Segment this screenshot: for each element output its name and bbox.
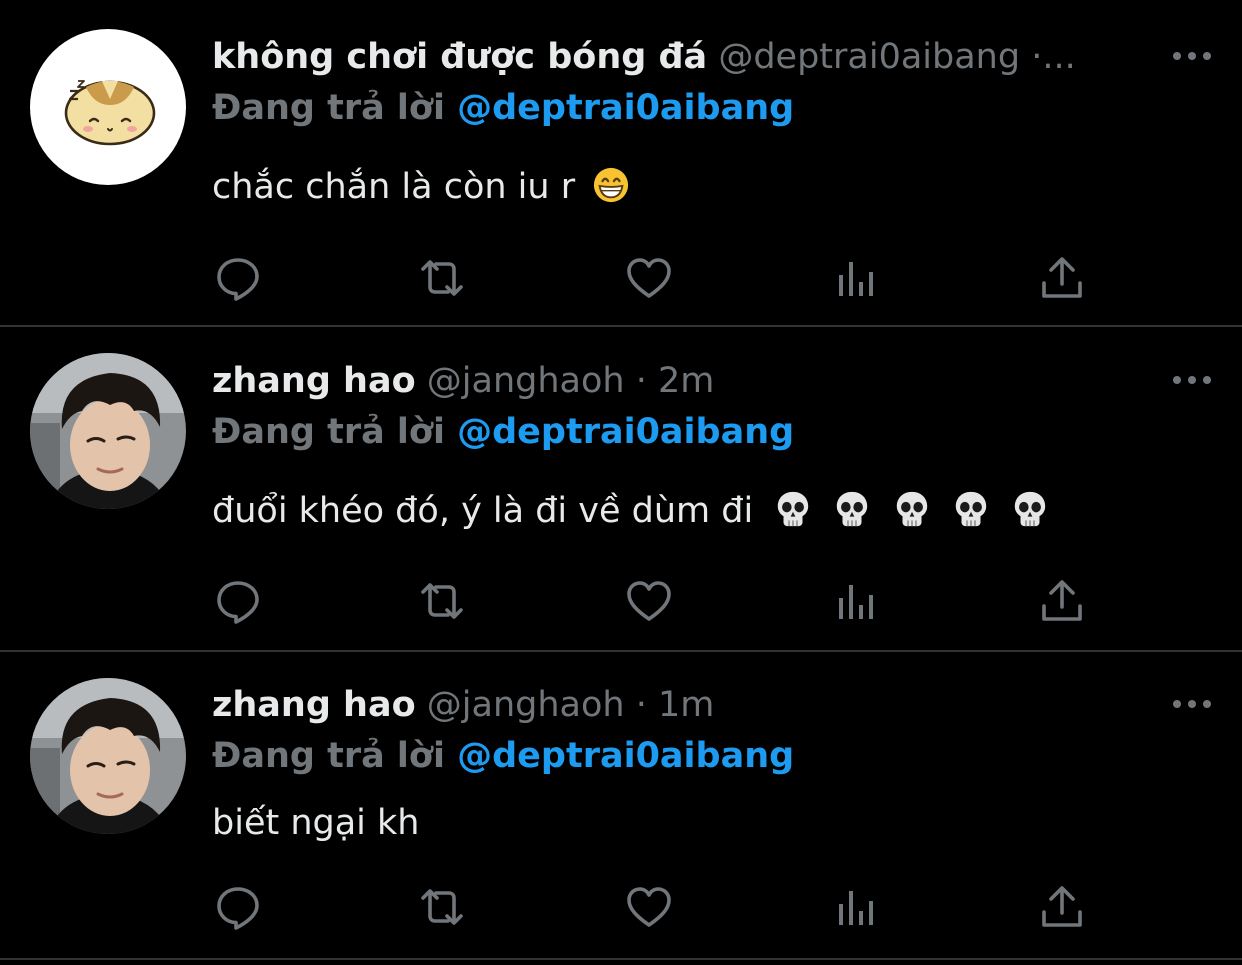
skull-emoji: [774, 490, 812, 528]
timestamp[interactable]: 1m: [658, 685, 714, 725]
tweet-text: đuổi khéo đó, ý là đi về dùm đi: [212, 488, 1049, 534]
avatar[interactable]: [30, 353, 186, 509]
tweet-actions: [212, 577, 1102, 625]
display-name[interactable]: zhang hao: [212, 685, 416, 725]
tweet-header: zhang hao @janghaoh · 2m: [212, 358, 1142, 404]
tweet-header: zhang hao @janghaoh · 1m: [212, 682, 1142, 728]
more-options-icon[interactable]: [1170, 694, 1214, 714]
tweet-actions: [212, 883, 1102, 931]
share-icon[interactable]: [1038, 883, 1086, 931]
analytics-icon[interactable]: [832, 883, 880, 931]
divider: [0, 958, 1242, 960]
more-options-icon[interactable]: [1170, 46, 1214, 66]
skull-emoji: [952, 490, 990, 528]
analytics-icon[interactable]: [832, 577, 880, 625]
tweet-text: chắc chắn là còn iu r: [212, 164, 630, 210]
tweet-text-content: đuổi khéo đó, ý là đi về dùm đi: [212, 491, 754, 531]
skull-emoji: [893, 490, 931, 528]
user-handle[interactable]: @deptrai0aibang: [718, 37, 1020, 77]
replying-to-handle[interactable]: @deptrai0aibang: [457, 412, 794, 452]
user-handle[interactable]: @janghaoh: [427, 685, 625, 725]
reply-icon[interactable]: [214, 883, 262, 931]
replying-to: Đang trả lời @deptrai0aibang: [212, 85, 794, 131]
like-icon[interactable]: [625, 883, 673, 931]
replying-to-label: Đang trả lời: [212, 736, 445, 776]
like-icon[interactable]: [625, 577, 673, 625]
timestamp[interactable]: ...: [1042, 37, 1075, 77]
tweet-text-content: chắc chắn là còn iu r: [212, 167, 576, 207]
grinning-face-emoji: [592, 166, 630, 204]
retweet-icon[interactable]: [418, 577, 466, 625]
tweet-text-content: biết ngại kh: [212, 803, 420, 843]
user-handle[interactable]: @janghaoh: [427, 361, 625, 401]
replying-to-label: Đang trả lời: [212, 88, 445, 128]
retweet-icon[interactable]: [418, 254, 466, 302]
tweet-text: biết ngại kh: [212, 800, 419, 846]
separator-dot: ·: [1031, 37, 1043, 77]
tweet[interactable]: zhang hao @janghaoh · 2m Đang trả lời @d…: [0, 327, 1242, 650]
replying-to-label: Đang trả lời: [212, 412, 445, 452]
tweet-feed: không chơi được bóng đá @deptrai0aibang …: [0, 0, 1242, 965]
skull-emoji: [1011, 490, 1049, 528]
skull-emoji: [833, 490, 871, 528]
timestamp[interactable]: 2m: [658, 361, 714, 401]
share-icon[interactable]: [1038, 577, 1086, 625]
replying-to-handle[interactable]: @deptrai0aibang: [457, 88, 794, 128]
avatar[interactable]: [30, 29, 186, 185]
more-options-icon[interactable]: [1170, 370, 1214, 390]
tweet[interactable]: không chơi được bóng đá @deptrai0aibang …: [0, 0, 1242, 326]
tweet-actions: [212, 254, 1102, 302]
replying-to: Đang trả lời @deptrai0aibang: [212, 733, 794, 779]
reply-icon[interactable]: [214, 254, 262, 302]
avatar[interactable]: [30, 678, 186, 834]
tweet-header: không chơi được bóng đá @deptrai0aibang …: [212, 34, 1142, 80]
retweet-icon[interactable]: [418, 883, 466, 931]
separator-dot: ·: [635, 361, 647, 401]
share-icon[interactable]: [1038, 254, 1086, 302]
replying-to: Đang trả lời @deptrai0aibang: [212, 409, 794, 455]
tweet[interactable]: zhang hao @janghaoh · 1m Đang trả lời @d…: [0, 652, 1242, 965]
analytics-icon[interactable]: [832, 254, 880, 302]
replying-to-handle[interactable]: @deptrai0aibang: [457, 736, 794, 776]
display-name[interactable]: không chơi được bóng đá: [212, 37, 707, 77]
like-icon[interactable]: [625, 254, 673, 302]
separator-dot: ·: [635, 685, 647, 725]
reply-icon[interactable]: [214, 577, 262, 625]
display-name[interactable]: zhang hao: [212, 361, 416, 401]
